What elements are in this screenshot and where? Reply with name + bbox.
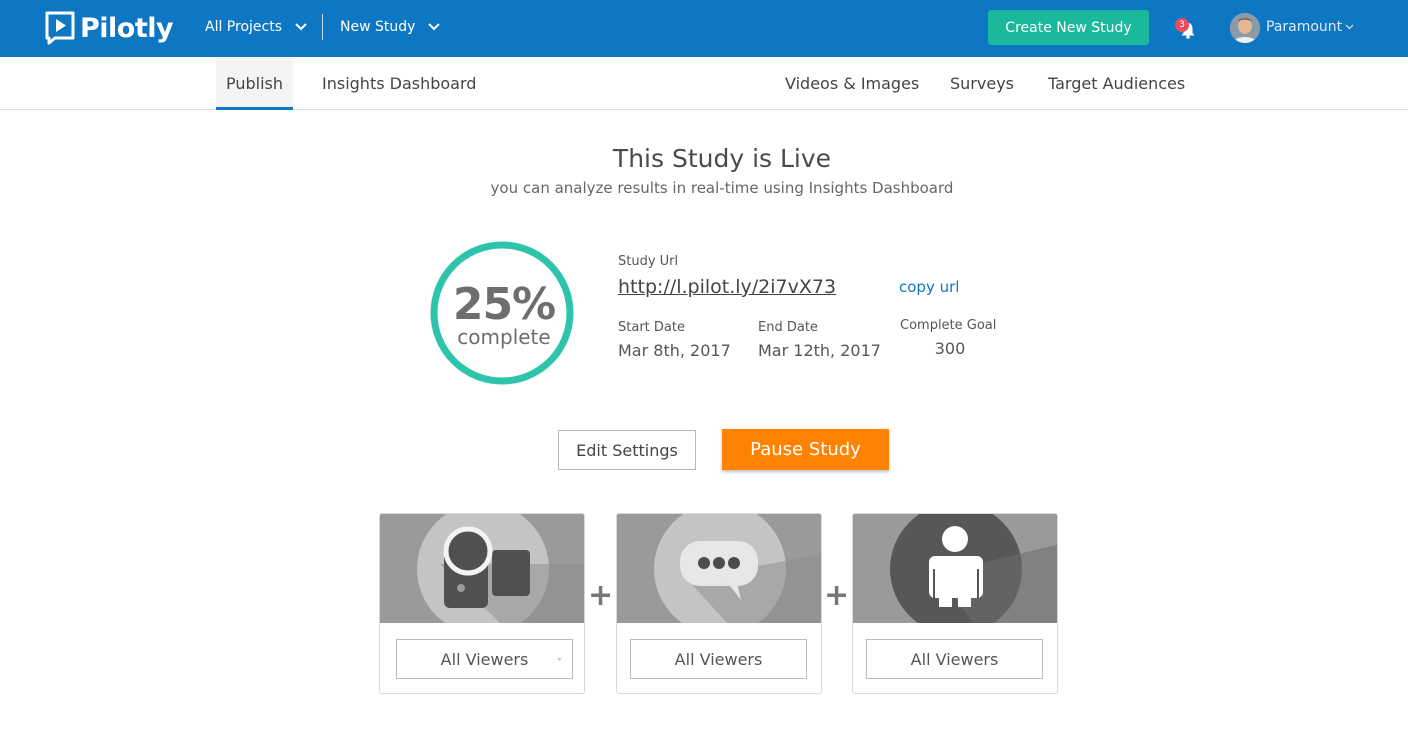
pilotly-logo[interactable]: Pilotly [44, 10, 174, 46]
card-image [853, 514, 1057, 623]
header-divider [322, 14, 323, 40]
top-navigation-bar: Pilotly All Projects New Study Create Ne… [0, 0, 1408, 57]
avatar[interactable] [1230, 13, 1260, 43]
person-icon [890, 514, 1057, 623]
edit-settings-button[interactable]: Edit Settings [558, 430, 696, 470]
study-url-label: Study Url [618, 254, 679, 269]
plus-sign: + [824, 578, 850, 613]
user-photo-icon [1230, 13, 1260, 43]
page-title: This Study is Live [612, 144, 832, 173]
progress-caption: complete [457, 325, 551, 349]
viewers-select[interactable]: All Viewers [396, 639, 573, 679]
plus-sign: + [588, 578, 614, 613]
logo-text: Pilotly [80, 12, 174, 44]
card-image [380, 514, 584, 623]
card-image [617, 514, 821, 623]
viewers-select-value: All Viewers [674, 649, 763, 669]
end-date-label: End Date [758, 320, 818, 335]
tab-target-audiences[interactable]: Target Audiences [1048, 57, 1185, 110]
progress-percent: 25% [452, 279, 556, 330]
user-name-label: Paramount [1266, 19, 1343, 35]
audience-viewers-card: All Viewers [852, 513, 1058, 694]
study-tabs: Publish Insights Dashboard Videos & Imag… [0, 57, 1408, 110]
viewers-select-value: All Viewers [440, 649, 529, 669]
complete-goal-value: 300 [934, 339, 966, 358]
study-dropdown-label: New Study [340, 19, 416, 35]
survey-viewers-card: All Viewers [616, 513, 822, 694]
video-camera-icon [417, 514, 584, 623]
viewers-select[interactable]: All Viewers [866, 639, 1043, 679]
tab-insights-dashboard[interactable]: Insights Dashboard [322, 57, 476, 110]
viewers-select[interactable]: All Viewers [630, 639, 807, 679]
copy-url-link[interactable]: copy url [899, 278, 959, 296]
user-menu[interactable]: Paramount [1266, 19, 1354, 35]
projects-dropdown[interactable]: All Projects [205, 19, 308, 35]
start-date-value: Mar 8th, 2017 [618, 341, 731, 360]
tab-surveys[interactable]: Surveys [950, 57, 1014, 110]
notification-badge: 3 [1175, 18, 1189, 32]
chevron-down-icon [1345, 24, 1354, 30]
page-subtitle: you can analyze results in real-time usi… [490, 179, 954, 197]
study-url-link[interactable]: http://l.pilot.ly/2i7vX73 [618, 276, 836, 298]
end-date-value: Mar 12th, 2017 [758, 341, 881, 360]
complete-goal-label: Complete Goal [900, 318, 997, 333]
chat-bubble-icon [654, 514, 821, 623]
study-dropdown[interactable]: New Study [340, 19, 441, 35]
chevron-down-icon [295, 23, 307, 31]
chevron-down-icon [428, 23, 441, 31]
caret-down-icon [557, 658, 562, 661]
pause-study-button[interactable]: Pause Study [722, 429, 889, 470]
start-date-label: Start Date [618, 320, 685, 335]
viewers-select-value: All Viewers [910, 649, 999, 669]
projects-dropdown-label: All Projects [205, 19, 282, 35]
tab-videos-images[interactable]: Videos & Images [785, 57, 919, 110]
tab-publish[interactable]: Publish [216, 57, 293, 110]
create-new-study-button[interactable]: Create New Study [988, 10, 1149, 45]
play-logo-icon [45, 11, 75, 45]
video-viewers-card: All Viewers [379, 513, 585, 694]
